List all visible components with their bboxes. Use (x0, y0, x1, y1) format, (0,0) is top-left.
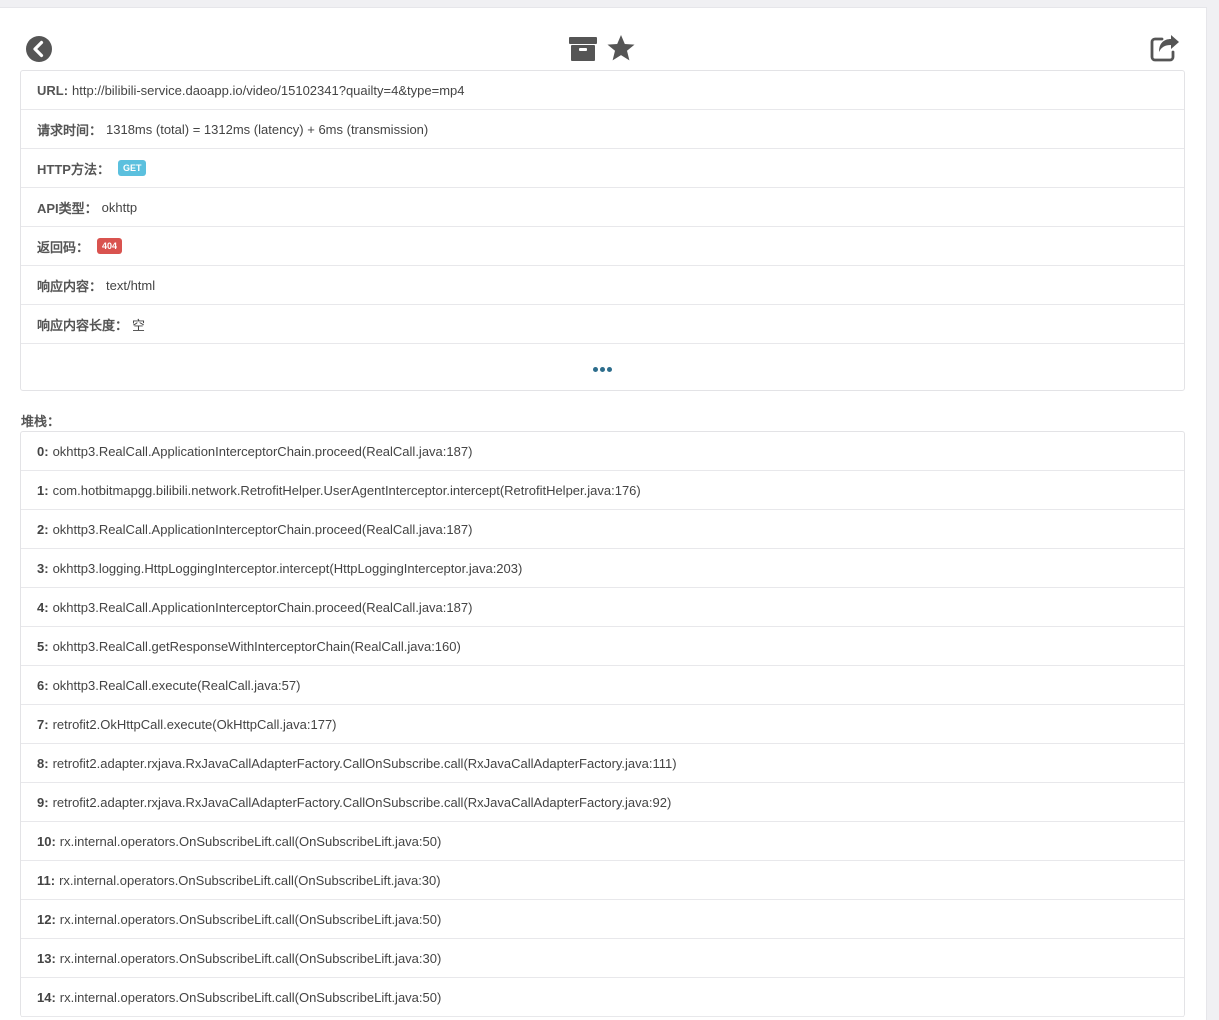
stack-frame-text: retrofit2.OkHttpCall.execute(OkHttpCall.… (52, 716, 337, 732)
http-method-badge: GET (117, 160, 147, 176)
stack-frame-text: okhttp3.RealCall.execute(RealCall.java:5… (52, 677, 301, 693)
share-button[interactable] (1150, 33, 1180, 63)
stack-frame: 13: rx.internal.operators.OnSubscribeLift… (21, 939, 1184, 978)
url-label: URL: (37, 82, 69, 98)
stack-frame: 5: okhttp3.RealCall.getResponseWithInterc… (21, 627, 1184, 666)
stack-frame: 11: rx.internal.operators.OnSubscribeLift… (21, 861, 1184, 900)
stack-frame-text: okhttp3.RealCall.ApplicationInterceptorC… (52, 599, 473, 615)
stack-frame-index: 11: (37, 872, 56, 888)
show-more-button[interactable] (21, 344, 1184, 390)
content-type-label: 响应内容： (37, 278, 103, 294)
stack-frame: 6: okhttp3.RealCall.execute(RealCall.java… (21, 666, 1184, 705)
request-time-row: 请求时间： 1318ms (total) = 1312ms (latency) … (21, 110, 1184, 149)
stack-frame: 14: rx.internal.operators.OnSubscribeLift… (21, 978, 1184, 1017)
stack-frame-index: 4: (37, 599, 49, 615)
stack-frame-index: 14: (37, 989, 56, 1005)
url-row: URL: http://bilibili-service.daoapp.io/v… (21, 71, 1184, 110)
http-method-label: HTTP方法： (37, 161, 110, 177)
ellipsis-icon (592, 360, 613, 375)
stack-frame-text: rx.internal.operators.OnSubscribeLift.ca… (59, 950, 442, 966)
stack-frame: 3: okhttp3.logging.HttpLoggingInterceptor… (21, 549, 1184, 588)
stack-frame-text: okhttp3.RealCall.getResponseWithIntercep… (52, 638, 461, 654)
toolbar (0, 8, 1207, 70)
stack-frame-index: 13: (37, 950, 56, 966)
stack-frame-text: okhttp3.RealCall.ApplicationInterceptorC… (52, 443, 473, 459)
stack-frame-text: okhttp3.logging.HttpLoggingInterceptor.i… (52, 560, 523, 576)
stack-frame-text: rx.internal.operators.OnSubscribeLift.ca… (59, 911, 442, 927)
api-type-row: API类型： okhttp (21, 188, 1184, 227)
api-type-value: okhttp (101, 199, 138, 215)
circle-chevron-left-icon (26, 36, 52, 62)
stack-frame: 9: retrofit2.adapter.rxjava.RxJavaCallAda… (21, 783, 1184, 822)
status-code-row: 返回码： 404 (21, 227, 1184, 266)
stack-frame: 0: okhttp3.RealCall.ApplicationIntercepto… (21, 432, 1184, 471)
stack-frame-index: 5: (37, 638, 49, 654)
request-time-value: 1318ms (total) = 1312ms (latency) + 6ms … (106, 121, 429, 137)
status-code-label: 返回码： (37, 239, 90, 255)
stack-frame-index: 10: (37, 833, 56, 849)
star-icon (607, 35, 635, 61)
request-time-label: 请求时间： (37, 122, 103, 138)
stack-frame-text: rx.internal.operators.OnSubscribeLift.ca… (59, 989, 442, 1005)
stack-frame-index: 0: (37, 443, 49, 459)
stack-frame: 4: okhttp3.RealCall.ApplicationIntercepto… (21, 588, 1184, 627)
content-length-value: 空 (132, 317, 146, 333)
stack-frame-text: rx.internal.operators.OnSubscribeLift.ca… (59, 833, 442, 849)
stack-frame-text: com.hotbitmapgg.bilibili.network.Retrofi… (52, 482, 641, 498)
stack-frame: 7: retrofit2.OkHttpCall.execute(OkHttpCal… (21, 705, 1184, 744)
archive-button[interactable] (568, 35, 598, 63)
stack-title: 堆栈： (21, 414, 61, 429)
content-length-row: 响应内容长度： 空 (21, 305, 1184, 344)
back-button[interactable] (25, 35, 53, 63)
stack-frame-index: 12: (37, 911, 56, 927)
stack-frame-index: 8: (37, 755, 49, 771)
stack-frame-index: 2: (37, 521, 49, 537)
stack-frame: 2: okhttp3.RealCall.ApplicationIntercepto… (21, 510, 1184, 549)
share-square-icon (1150, 35, 1179, 62)
stack-trace-panel: 0: okhttp3.RealCall.ApplicationIntercepto… (20, 431, 1185, 1017)
stack-frame-index: 1: (37, 482, 49, 498)
stack-frame: 1: com.hotbitmapgg.bilibili.network.Retro… (21, 471, 1184, 510)
stack-frame: 12: rx.internal.operators.OnSubscribeLift… (21, 900, 1184, 939)
stack-frame-index: 6: (37, 677, 49, 693)
stack-frame-index: 9: (37, 794, 49, 810)
stack-frame-text: retrofit2.adapter.rxjava.RxJavaCallAdapt… (52, 755, 677, 771)
url-value: http://bilibili-service.daoapp.io/video/… (72, 82, 465, 98)
stack-frame-index: 7: (37, 716, 49, 732)
stack-frame-index: 3: (37, 560, 49, 576)
stack-frame-text: rx.internal.operators.OnSubscribeLift.ca… (59, 872, 441, 888)
favorite-button[interactable] (606, 33, 636, 63)
stack-frame: 10: rx.internal.operators.OnSubscribeLift… (21, 822, 1184, 861)
stack-frame-text: retrofit2.adapter.rxjava.RxJavaCallAdapt… (52, 794, 672, 810)
archive-box-icon (569, 37, 597, 61)
content-type-value: text/html (106, 277, 156, 293)
request-detail-page: URL: http://bilibili-service.daoapp.io/v… (0, 7, 1207, 1020)
content-length-label: 响应内容长度： (37, 317, 129, 333)
request-info-panel: URL: http://bilibili-service.daoapp.io/v… (20, 70, 1185, 391)
http-method-row: HTTP方法： GET (21, 149, 1184, 188)
status-code-badge: 404 (97, 238, 123, 254)
api-type-label: API类型： (37, 200, 98, 216)
stack-frame-text: okhttp3.RealCall.ApplicationInterceptorC… (52, 521, 473, 537)
content-type-row: 响应内容： text/html (21, 266, 1184, 305)
stack-frame: 8: retrofit2.adapter.rxjava.RxJavaCallAda… (21, 744, 1184, 783)
